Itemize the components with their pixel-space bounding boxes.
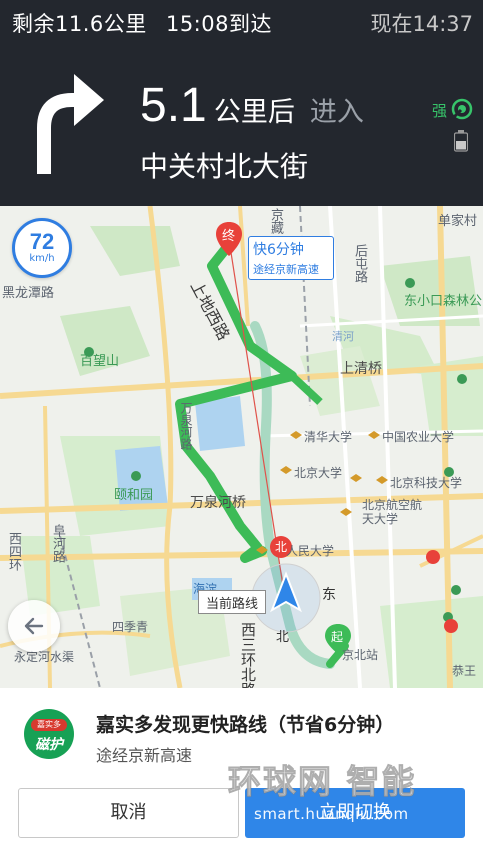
map-label: 清河: [332, 330, 354, 343]
back-button[interactable]: [8, 600, 60, 652]
sponsor-logo: 嘉实多 磁护: [24, 709, 74, 759]
callout-time-saved: 快6分钟: [253, 242, 304, 258]
map-label: 北: [276, 630, 290, 645]
navigation-map[interactable]: 终 北 起 单家村 东小口森林公园 黑龙潭路 百望山 上地西路 上清桥 清河 后…: [0, 206, 483, 688]
map-label: 北京大学: [294, 466, 343, 480]
sponsor-logo-product: 磁护: [35, 737, 63, 753]
distance-unit: 公里后: [213, 97, 295, 128]
battery-icon: [454, 130, 468, 152]
map-label: 中国农业大学: [382, 430, 455, 444]
map-label: 永定河水渠: [14, 650, 75, 664]
map-label: 万泉河路: [179, 402, 193, 450]
map-label: 清华大学: [304, 430, 353, 444]
turn-instruction-panel: 5.1 公里后 进入 中关村北大街 强: [0, 44, 483, 206]
map-label: 百望山: [80, 354, 120, 369]
map-label: 京北站: [342, 648, 379, 662]
callout-via-road: 途经京新高速: [253, 263, 319, 276]
distance-row: 5.1 公里后 进入: [140, 78, 364, 140]
trip-summary-bar: 剩余11.6公里 15:08到达 现在14:37: [0, 0, 483, 44]
switch-route-button[interactable]: 立即切换: [245, 788, 465, 838]
gps-signal-label: 强: [432, 102, 448, 120]
map-label: 西三环北路: [239, 622, 257, 688]
gps-signal-icon: [451, 98, 473, 120]
map-label: 恭王: [452, 664, 477, 678]
map-label: 万泉河桥: [190, 495, 246, 511]
map-label: 四季青: [112, 620, 149, 634]
map-label: 人民大学: [286, 544, 335, 558]
distance-value: 5.1: [140, 79, 207, 132]
speed-limit-badge: 72 km/h: [12, 218, 72, 278]
start-marker-label: 起: [331, 630, 344, 644]
map-label: 北京科技大学: [390, 476, 463, 490]
destination-marker-label: 终: [222, 229, 236, 244]
map-label: 东: [322, 587, 336, 603]
map-label: 东小口森林公园: [404, 294, 483, 309]
route-suggestion-sheet: 嘉实多 磁护 嘉实多发现更快路线（节省6分钟） 途经京新高速 取消 立即切换: [0, 688, 483, 860]
cancel-button[interactable]: 取消: [18, 788, 239, 838]
speed-unit: km/h: [29, 253, 55, 264]
suggestion-title: 嘉实多发现更快路线（节省6分钟）: [96, 714, 395, 736]
faster-route-callout[interactable]: 快6分钟 途经京新高速: [248, 236, 334, 280]
map-label: 黑龙潭路: [2, 286, 55, 301]
map-label: 单家村: [438, 214, 478, 229]
map-label: 后屯路: [352, 244, 367, 283]
trip-summary: 剩余11.6公里 15:08到达: [12, 8, 272, 38]
current-route-label[interactable]: 当前路线: [198, 590, 267, 614]
next-road-name: 中关村北大街: [140, 150, 309, 183]
map-label: 阜河路: [50, 524, 65, 563]
map-label: 京藏: [268, 208, 283, 234]
map-label: 西四环: [6, 532, 21, 571]
maneuver-action: 进入: [309, 97, 364, 128]
destination-marker: 终: [216, 222, 242, 256]
arrival-time: 15:08到达: [165, 12, 272, 36]
map-label: 颐和园: [114, 488, 154, 503]
sponsor-logo-brand: 嘉实多: [31, 719, 67, 731]
map-label: 北京航空航天大学: [362, 498, 423, 526]
suggestion-subtitle: 途经京新高速: [96, 746, 193, 765]
map-canvas: [0, 206, 483, 688]
current-time: 现在14:37: [370, 12, 473, 36]
arrow-left-icon: [24, 617, 44, 635]
remaining-distance: 剩余11.6公里: [12, 12, 147, 36]
turn-right-arrow-icon: [37, 74, 104, 174]
map-label: 上清桥: [340, 361, 382, 377]
current-speed: 72: [29, 229, 55, 254]
